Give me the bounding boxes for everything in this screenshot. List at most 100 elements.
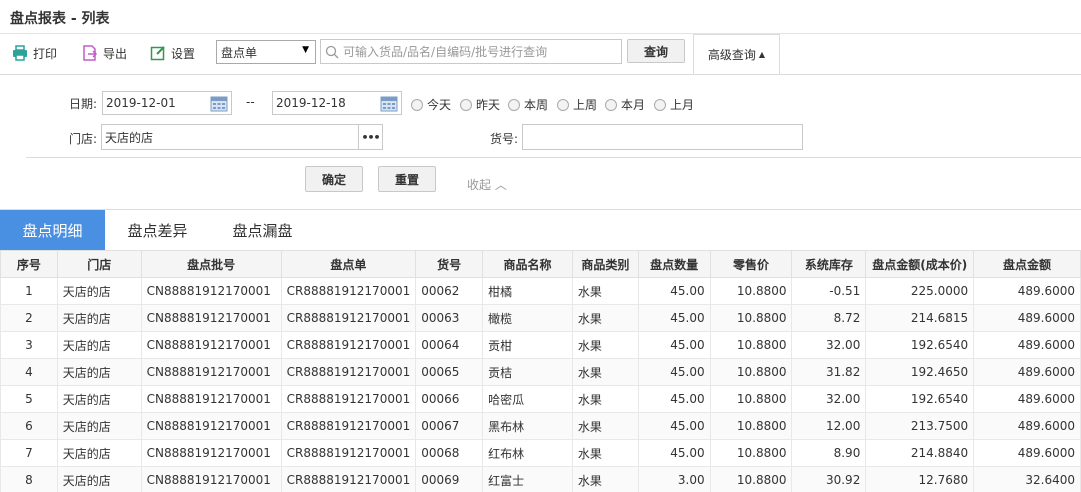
table-row[interactable]: 1 天店的店 CN88881912170001 CR88881912170001 000…: [0, 277, 1081, 305]
tab-missing[interactable]: 盘点漏盘: [210, 210, 315, 250]
search-input[interactable]: 可输入货品/品名/自编码/批号进行查询: [320, 39, 622, 64]
table-row[interactable]: 3 天店的店 CN88881912170001 CR88881912170001 000…: [0, 331, 1081, 359]
store-label: 门店:: [69, 132, 98, 146]
table-body: 1 天店的店 CN88881912170001 CR88881912170001 000…: [0, 277, 1081, 492]
table-cell: 32.00: [791, 385, 867, 413]
table-cell: 天店的店: [56, 466, 142, 492]
column-header[interactable]: 盘点金额(成本价): [865, 250, 975, 278]
table-cell: 天店的店: [56, 412, 142, 440]
table-cell: 489.6000: [973, 439, 1081, 467]
printer-icon: [13, 45, 27, 61]
table-cell: 水果: [571, 412, 639, 440]
table-cell: 贡桔: [482, 358, 573, 386]
calendar-icon[interactable]: [210, 95, 228, 112]
filter-divider: [26, 157, 1081, 158]
table-row[interactable]: 6 天店的店 CN88881912170001 CR88881912170001 000…: [0, 412, 1081, 440]
table-cell: CR88881912170001: [280, 439, 417, 467]
settings-button[interactable]: 设置: [150, 43, 195, 63]
table-cell: 10.8800: [709, 439, 793, 467]
column-header[interactable]: 系统库存: [791, 250, 867, 278]
query-button[interactable]: 查询: [627, 39, 685, 63]
reset-button[interactable]: 重置: [378, 166, 436, 192]
search-icon: [325, 45, 339, 58]
table-cell: 32.00: [791, 331, 867, 359]
column-header[interactable]: 商品名称: [482, 250, 573, 278]
radio-this-week[interactable]: 本周: [508, 96, 548, 113]
table-row[interactable]: 2 天店的店 CN88881912170001 CR88881912170001 000…: [0, 304, 1081, 332]
radio-dot: [654, 98, 666, 111]
table-row[interactable]: 8 天店的店 CN88881912170001 CR88881912170001 000…: [0, 466, 1081, 492]
table-cell: 3.00: [637, 466, 711, 492]
table-cell: 32.6400: [973, 466, 1081, 492]
table-cell: 214.6815: [865, 304, 975, 332]
table-cell: 45.00: [637, 331, 711, 359]
table-cell: CN88881912170001: [140, 331, 282, 359]
table-cell: 489.6000: [973, 358, 1081, 386]
column-header[interactable]: 盘点金额: [973, 250, 1081, 278]
date-end-input[interactable]: 2019-12-18: [272, 91, 402, 115]
table-cell: -0.51: [791, 277, 867, 305]
date-label: 日期:: [69, 97, 98, 111]
table-cell: 45.00: [637, 412, 711, 440]
table-cell: 红布林: [482, 439, 573, 467]
confirm-button[interactable]: 确定: [305, 166, 363, 192]
table-cell: 8.90: [791, 439, 867, 467]
table-cell: 214.8840: [865, 439, 975, 467]
tab-detail[interactable]: 盘点明细: [0, 210, 105, 250]
print-button[interactable]: 打印: [12, 43, 57, 63]
doc-type-select[interactable]: 盘点单 ▼: [216, 40, 316, 64]
table-cell: 8.72: [791, 304, 867, 332]
table-cell: 45.00: [637, 439, 711, 467]
column-header[interactable]: 门店: [56, 250, 142, 278]
date-start-input[interactable]: 2019-12-01: [102, 91, 232, 115]
table-cell: 天店的店: [56, 331, 142, 359]
table-cell: 489.6000: [973, 304, 1081, 332]
table-cell: 8: [0, 466, 58, 492]
column-header[interactable]: 零售价: [709, 250, 793, 278]
table-cell: 12.00: [791, 412, 867, 440]
tab-difference[interactable]: 盘点差异: [105, 210, 210, 250]
radio-dot: [508, 98, 520, 111]
column-header[interactable]: 商品类别: [571, 250, 639, 278]
table-row[interactable]: 4 天店的店 CN88881912170001 CR88881912170001 000…: [0, 358, 1081, 386]
column-header[interactable]: 货号: [415, 250, 484, 278]
column-header[interactable]: 盘点数量: [637, 250, 711, 278]
table-cell: CR88881912170001: [280, 412, 417, 440]
table-cell: CN88881912170001: [140, 439, 282, 467]
calendar-icon[interactable]: [380, 95, 398, 112]
column-header[interactable]: 盘点批号: [140, 250, 282, 278]
table-cell: CR88881912170001: [280, 466, 417, 492]
table-cell: 贡柑: [482, 331, 573, 359]
table-cell: 哈密瓜: [482, 385, 573, 413]
table-cell: 水果: [571, 385, 639, 413]
table-cell: CR88881912170001: [280, 385, 417, 413]
store-field[interactable]: 天店的店 •••: [101, 124, 383, 150]
table-row[interactable]: 7 天店的店 CN88881912170001 CR88881912170001 000…: [0, 439, 1081, 467]
advanced-query-tab[interactable]: 高级查询 ▲: [693, 34, 780, 74]
radio-today[interactable]: 今天: [411, 96, 451, 113]
table-cell: 水果: [571, 439, 639, 467]
table-row[interactable]: 5 天店的店 CN88881912170001 CR88881912170001 000…: [0, 385, 1081, 413]
collapse-link[interactable]: 收起 ︿: [467, 176, 507, 193]
more-icon[interactable]: •••: [358, 125, 382, 149]
table-cell: 00064: [415, 331, 484, 359]
table-cell: 192.4650: [865, 358, 975, 386]
sku-field[interactable]: [522, 124, 803, 150]
table-cell: 192.6540: [865, 385, 975, 413]
title-bar: 盘点报表 - 列表: [0, 0, 1081, 34]
radio-last-week[interactable]: 上周: [557, 96, 597, 113]
table-cell: 213.7500: [865, 412, 975, 440]
table-cell: 5: [0, 385, 58, 413]
table-cell: CN88881912170001: [140, 466, 282, 492]
sku-label: 货号:: [490, 132, 519, 146]
radio-label: 上月: [670, 98, 695, 112]
radio-this-month[interactable]: 本月: [605, 96, 645, 113]
radio-yesterday[interactable]: 昨天: [460, 96, 500, 113]
export-button[interactable]: 导出: [82, 43, 127, 63]
table-cell: 12.7680: [865, 466, 975, 492]
column-header[interactable]: 盘点单: [280, 250, 417, 278]
settings-label: 设置: [171, 46, 196, 61]
column-header[interactable]: 序号: [0, 250, 58, 278]
radio-last-month[interactable]: 上月: [654, 96, 694, 113]
date-separator: --: [246, 95, 255, 109]
